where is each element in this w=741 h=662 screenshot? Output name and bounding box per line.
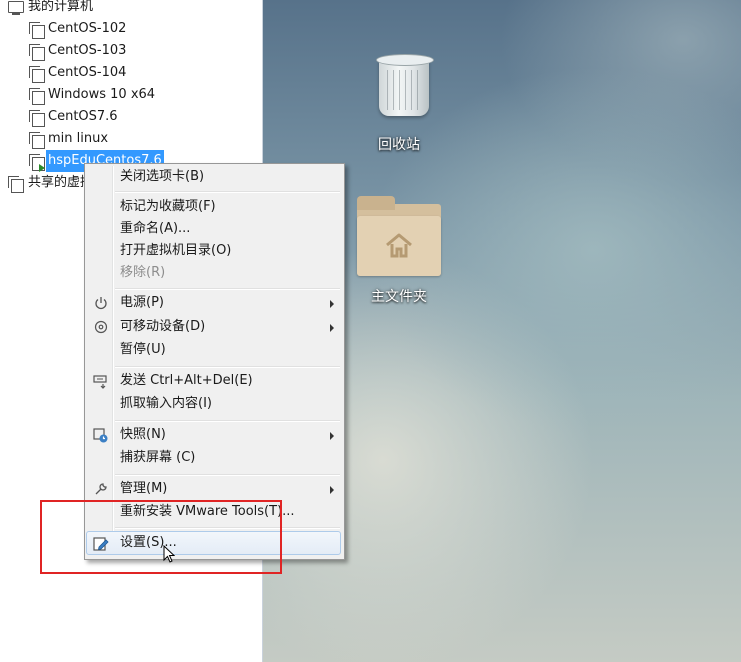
menu-item-pause[interactable]: 暂停(U) [87, 339, 340, 361]
vm-icon [29, 132, 45, 149]
menu-item-rename[interactable]: 重命名(A)... [87, 218, 340, 240]
shared-vm-icon [8, 176, 24, 193]
recycle-bin-icon [369, 48, 439, 126]
tree-root-my-computer[interactable]: 我的计算机 [6, 0, 246, 18]
submenu-arrow-icon [330, 432, 334, 440]
desktop-icon-home-folder[interactable]: 主文件夹 [349, 196, 449, 308]
menu-separator [115, 288, 340, 290]
snapshot-icon [93, 428, 109, 443]
tree-item-centos-104[interactable]: CentOS-104 [28, 62, 248, 84]
menu-item-grab-input[interactable]: 抓取输入内容(I) [87, 393, 340, 415]
home-folder-label: 主文件夹 [371, 289, 427, 305]
keyboard-send-icon [93, 374, 109, 389]
menu-label: 打开虚拟机目录(O) [120, 243, 232, 258]
wrench-icon [93, 482, 109, 496]
submenu-arrow-icon [330, 300, 334, 308]
menu-label: 捕获屏幕 (C) [120, 450, 196, 465]
menu-item-capture-screen[interactable]: 捕获屏幕 (C) [87, 447, 340, 469]
menu-separator [115, 420, 340, 422]
menu-item-close-tab[interactable]: 关闭选项卡(B) [87, 166, 340, 188]
tree-item-centos-103[interactable]: CentOS-103 [28, 40, 248, 62]
menu-label: 标记为收藏项(F) [120, 199, 216, 214]
menu-label: 抓取输入内容(I) [120, 396, 212, 411]
menu-item-removable-devices[interactable]: 可移动设备(D) [87, 316, 340, 338]
recycle-bin-label: 回收站 [378, 137, 420, 153]
vm-running-icon [29, 154, 45, 172]
menu-item-power[interactable]: 电源(P) [87, 292, 340, 314]
vm-label: Windows 10 x64 [48, 87, 156, 102]
menu-label: 暂停(U) [120, 342, 166, 357]
menu-label: 快照(N) [120, 427, 166, 442]
menu-label: 电源(P) [120, 295, 164, 310]
vm-icon [29, 66, 45, 83]
vm-icon [29, 44, 45, 61]
menu-label: 关闭选项卡(B) [120, 169, 205, 184]
vm-label: min linux [48, 131, 109, 146]
vm-icon [29, 110, 45, 127]
menu-separator [115, 191, 340, 193]
menu-item-manage[interactable]: 管理(M) [87, 478, 340, 500]
menu-label: 发送 Ctrl+Alt+Del(E) [120, 373, 253, 388]
vm-label: CentOS7.6 [48, 109, 118, 124]
vm-label: CentOS-102 [48, 21, 127, 36]
menu-item-send-ctrl-alt-del[interactable]: 发送 Ctrl+Alt+Del(E) [87, 370, 340, 392]
home-folder-icon [357, 196, 441, 276]
tree-item-windows-10[interactable]: Windows 10 x64 [28, 84, 248, 106]
menu-item-remove: 移除(R) [87, 262, 340, 284]
menu-separator [115, 474, 340, 476]
menu-label: 重命名(A)... [120, 221, 191, 236]
desktop-icon-recycle-bin[interactable]: 回收站 [349, 48, 449, 158]
menu-label: 移除(R) [120, 265, 166, 280]
submenu-arrow-icon [330, 324, 334, 332]
disc-icon [93, 320, 109, 334]
menu-item-snapshot[interactable]: 快照(N) [87, 424, 340, 446]
mouse-cursor-icon [163, 545, 175, 563]
tree-item-min-linux[interactable]: min linux [28, 128, 248, 150]
menu-item-open-vm-directory[interactable]: 打开虚拟机目录(O) [87, 240, 340, 262]
menu-label: 可移动设备(D) [120, 319, 206, 334]
menu-item-mark-favorite[interactable]: 标记为收藏项(F) [87, 196, 340, 218]
vm-icon [29, 22, 45, 39]
menu-separator [115, 366, 340, 368]
play-icon [39, 164, 45, 172]
tree-root-label: 我的计算机 [28, 0, 94, 14]
computer-icon [8, 1, 24, 15]
tree-item-centos-102[interactable]: CentOS-102 [28, 18, 248, 40]
vm-label: CentOS-103 [48, 43, 127, 58]
annotation-highlight-box [40, 500, 282, 574]
vm-icon [29, 88, 45, 105]
submenu-arrow-icon [330, 486, 334, 494]
vm-label: CentOS-104 [48, 65, 127, 80]
power-icon [93, 296, 109, 310]
menu-label: 管理(M) [120, 481, 168, 496]
tree-item-centos7-6[interactable]: CentOS7.6 [28, 106, 248, 128]
